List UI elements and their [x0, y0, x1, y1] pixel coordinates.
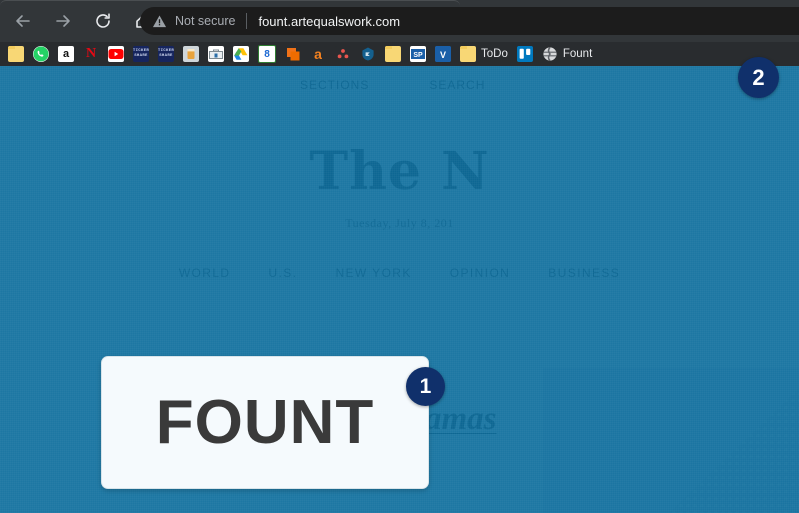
active-tab-stub[interactable]	[0, 0, 460, 6]
ticker-icon: TICKER SHARE	[133, 46, 149, 62]
bookmark-folder[interactable]	[8, 44, 24, 64]
youtube-icon	[108, 46, 124, 62]
fount-wordmark: FOUNT	[155, 387, 375, 457]
annotation-badge-2: 2	[738, 57, 779, 98]
ticker-icon: TICKER SHARE	[158, 46, 174, 62]
badge-blue-icon	[360, 46, 376, 62]
bookmark-copy-stack[interactable]	[285, 44, 301, 64]
bookmark-netflix[interactable]: N	[83, 44, 99, 64]
bookmark-youtube[interactable]	[108, 44, 124, 64]
back-arrow-icon	[16, 15, 30, 27]
bookmark-amazon-a[interactable]: a	[310, 44, 326, 64]
forward-button[interactable]	[46, 4, 80, 38]
toolbox-icon	[208, 46, 224, 62]
bookmark-blue-badge[interactable]	[360, 44, 376, 64]
address-bar[interactable]: Not secure fount.artequalswork.com	[140, 7, 799, 35]
page-viewport: SECTIONS SEARCH The N Tuesday, July 8, 2…	[0, 66, 799, 513]
svg-text:V: V	[440, 50, 446, 60]
amazon-icon: a	[58, 46, 74, 62]
browser-toolbar: Not secure fount.artequalswork.com	[0, 0, 799, 42]
google-calendar-icon: 8	[258, 45, 276, 63]
bookmarks-bar: a N TICKER SHARE TICKER SHARE 8 a SP V T…	[0, 42, 799, 66]
bookmark-drink[interactable]	[183, 44, 199, 64]
svg-text:SP: SP	[413, 52, 423, 59]
bookmark-fount[interactable]: Fount	[541, 44, 593, 64]
netflix-icon: N	[83, 46, 99, 62]
bookmark-todo[interactable]: ToDo	[460, 44, 508, 64]
bookmark-ticker-1[interactable]: TICKER SHARE	[133, 44, 149, 64]
folder-icon	[460, 46, 476, 62]
reload-button[interactable]	[86, 4, 120, 38]
bookmark-toolbox[interactable]	[208, 44, 224, 64]
folder-icon	[385, 46, 401, 62]
bookmark-trello[interactable]	[516, 44, 533, 64]
globe-icon	[541, 46, 558, 62]
warning-triangle-icon[interactable]	[152, 14, 167, 29]
bookmark-amazon[interactable]: a	[58, 44, 74, 64]
bookmark-label: Fount	[562, 48, 593, 60]
bank-icon: V	[435, 46, 451, 62]
fount-logo-card[interactable]: FOUNT	[101, 356, 429, 489]
bank-icon: SP	[410, 46, 426, 62]
amazon-a-icon: a	[310, 46, 326, 62]
dots-triangle-icon	[335, 46, 351, 62]
copy-stack-icon	[285, 46, 301, 62]
google-drive-icon	[233, 46, 249, 62]
back-button[interactable]	[6, 4, 40, 38]
bookmark-folder-2[interactable]	[385, 44, 401, 64]
bookmark-google-drive[interactable]	[233, 44, 249, 64]
bookmark-label: ToDo	[481, 48, 508, 60]
omnibox-divider	[246, 13, 248, 29]
bookmark-ticker-2[interactable]: TICKER SHARE	[158, 44, 174, 64]
bookmark-dots[interactable]	[335, 44, 351, 64]
browser-window: Not secure fount.artequalswork.com a N T…	[0, 0, 799, 513]
folder-icon	[8, 46, 24, 62]
drink-icon	[183, 46, 199, 62]
bookmark-bank-2[interactable]: V	[435, 44, 451, 64]
trello-icon	[516, 46, 533, 62]
security-status-label: Not secure	[175, 14, 236, 28]
bookmark-whatsapp[interactable]	[33, 44, 49, 64]
url-text: fount.artequalswork.com	[258, 13, 401, 29]
forward-arrow-icon	[56, 15, 70, 27]
annotation-badge-1: 1	[406, 367, 445, 406]
reload-icon	[96, 13, 110, 28]
bookmark-bank-1[interactable]: SP	[410, 44, 426, 64]
whatsapp-icon	[33, 46, 49, 62]
bookmark-google-calendar[interactable]: 8	[258, 44, 276, 64]
